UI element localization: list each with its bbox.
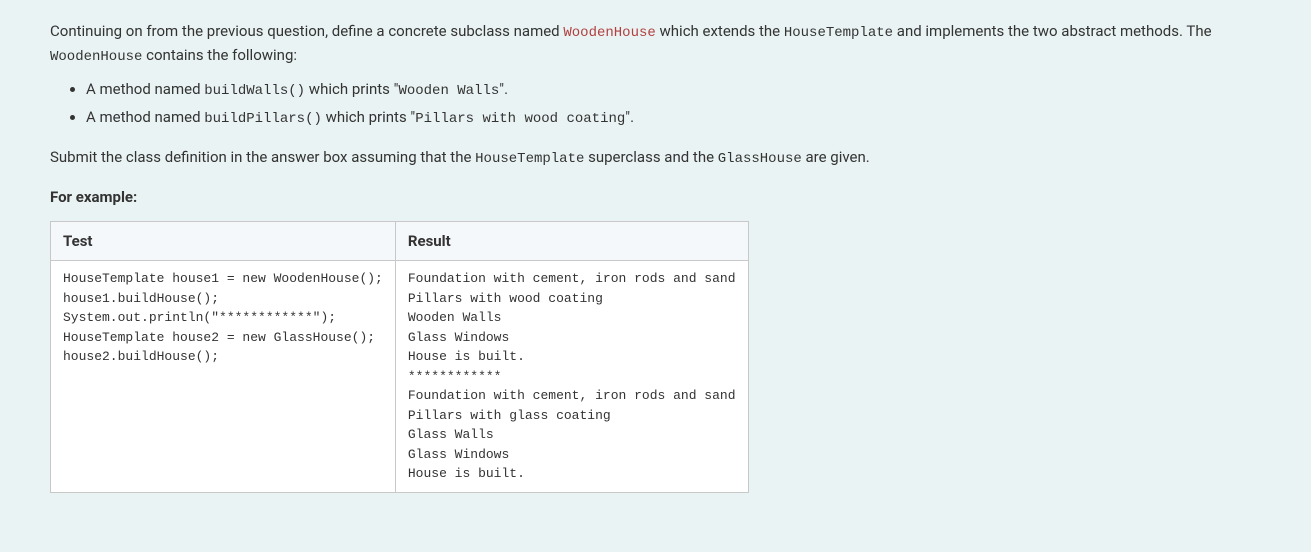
text: which prints " (305, 80, 398, 98)
text: ". (625, 108, 634, 126)
text: ". (499, 80, 508, 98)
code-text: Pillars with wood coating (415, 111, 625, 127)
code-text: HouseTemplate (784, 25, 893, 41)
text: contains the following: (142, 46, 297, 64)
text: which extends the (656, 22, 784, 40)
text: are given. (802, 148, 870, 166)
table-header-result: Result (395, 221, 748, 261)
example-label: For example: (50, 186, 1261, 209)
code-text: HouseTemplate (475, 151, 584, 167)
text: A method named (86, 108, 204, 126)
text: Submit the class definition in the answe… (50, 148, 475, 166)
text: which prints " (322, 108, 415, 126)
test-cell: HouseTemplate house1 = new WoodenHouse()… (51, 261, 396, 493)
example-table: Test Result HouseTemplate house1 = new W… (50, 221, 749, 493)
list-item: A method named buildWalls() which prints… (86, 78, 1261, 102)
submit-paragraph: Submit the class definition in the answe… (50, 146, 1261, 170)
text: and implements the two abstract methods.… (893, 22, 1211, 40)
code-text: buildWalls() (204, 83, 305, 99)
intro-paragraph: Continuing on from the previous question… (50, 20, 1261, 68)
code-text: GlassHouse (718, 151, 802, 167)
code-text: buildPillars() (204, 111, 322, 127)
text: Continuing on from the previous question… (50, 22, 563, 40)
code-text: Wooden Walls (398, 83, 499, 99)
list-item: A method named buildPillars() which prin… (86, 106, 1261, 130)
text: superclass and the (584, 148, 717, 166)
table-row: HouseTemplate house1 = new WoodenHouse()… (51, 261, 749, 493)
result-cell: Foundation with cement, iron rods and sa… (395, 261, 748, 493)
question-content: Continuing on from the previous question… (50, 20, 1261, 493)
code-text: WoodenHouse (50, 49, 142, 65)
requirements-list: A method named buildWalls() which prints… (50, 78, 1261, 130)
text: A method named (86, 80, 204, 98)
code-text: WoodenHouse (563, 25, 655, 41)
table-header-test: Test (51, 221, 396, 261)
